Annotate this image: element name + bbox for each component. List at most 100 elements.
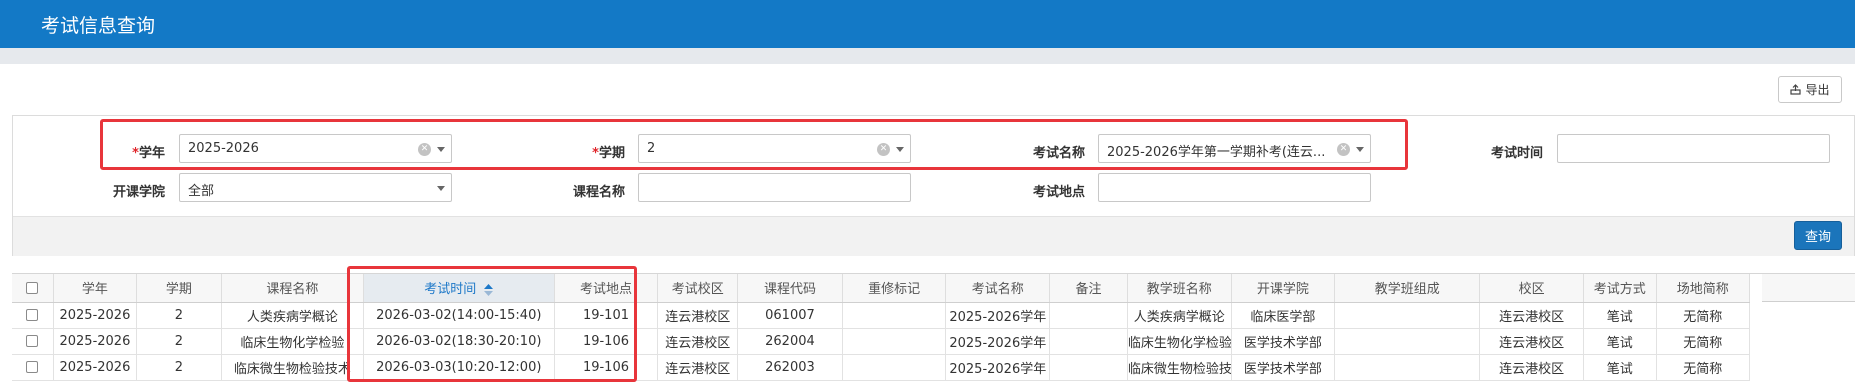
cell: 连云港校区: [1479, 302, 1584, 329]
cell: 临床生物化学检验: [221, 328, 364, 355]
term-select[interactable]: 2 ✕: [638, 134, 911, 163]
col-header[interactable]: 学期: [136, 274, 222, 303]
year-select[interactable]: 2025-2026 ✕: [179, 134, 452, 163]
app-header: 考试信息查询: [0, 0, 1855, 48]
col-header[interactable]: 开课学院: [1231, 274, 1336, 303]
chevron-down-icon: [1356, 147, 1364, 152]
cell: [1049, 328, 1128, 355]
cell: 无简称: [1656, 328, 1751, 355]
export-button[interactable]: 导出: [1778, 76, 1842, 103]
cell: 2025-2026学年: [945, 328, 1051, 355]
exam-time-label: 考试时间: [1490, 146, 1543, 161]
college-label: 开课学院: [112, 185, 165, 200]
cell: 2025-2026学年: [945, 354, 1051, 381]
sort-icon: [484, 283, 494, 296]
row-checkbox[interactable]: [26, 361, 39, 373]
cell: 19-106: [554, 328, 659, 355]
cell: 无简称: [1656, 354, 1751, 381]
chevron-down-icon: [437, 147, 445, 152]
cell: 2: [136, 354, 222, 381]
col-header[interactable]: 重修标记: [842, 274, 947, 303]
course-name-label: 课程名称: [572, 185, 625, 200]
col-header[interactable]: 考试地点: [554, 274, 659, 303]
col-header[interactable]: 校区: [1479, 274, 1584, 303]
query-button[interactable]: 查询: [1794, 221, 1842, 250]
col-header[interactable]: 教学班名称: [1127, 274, 1232, 303]
col-header[interactable]: 课程代码: [737, 274, 843, 303]
cell: [1334, 354, 1481, 381]
cell: [842, 328, 947, 355]
cell: 连云港校区: [1479, 328, 1584, 355]
cell: 临床医学部: [1231, 302, 1336, 329]
cell: [1334, 328, 1481, 355]
table-header-row: 学年 学期 课程名称 考试时间 考试地点 考试校区 课程代码 重修标记 考试名称…: [12, 274, 1751, 303]
cell: 061007: [737, 302, 843, 329]
export-label: 导出: [1805, 83, 1830, 97]
cell: 2026-03-02(14:00-15:40): [363, 302, 555, 329]
cell: 无简称: [1656, 302, 1751, 329]
sorted-col-label: 考试时间: [424, 282, 477, 298]
table-row[interactable]: 2025-2026 2 临床生物化学检验 2026-03-02(18:30-20…: [12, 328, 1751, 355]
cell: 2025-2026: [53, 354, 137, 381]
col-header[interactable]: 学年: [53, 274, 137, 303]
cell: 医学技术学部: [1231, 328, 1336, 355]
course-name-input[interactable]: [638, 173, 911, 202]
exam-location-input[interactable]: [1098, 173, 1371, 202]
year-clear-icon[interactable]: ✕: [418, 143, 431, 156]
export-icon: [1790, 84, 1802, 95]
college-select-value: 全部: [188, 184, 215, 199]
exam-name-select-value: 2025-2026学年第一学期补考(连云...: [1107, 145, 1326, 160]
cell: 19-106: [554, 354, 659, 381]
cell: 262004: [737, 328, 843, 355]
grid-header-filler: [1762, 274, 1855, 302]
cell: 连云港校区: [657, 354, 739, 381]
cell: 连云港校区: [1479, 354, 1584, 381]
cell: 2025-2026学年: [945, 302, 1051, 329]
cell: [1334, 302, 1481, 329]
exam-table: 学年 学期 课程名称 考试时间 考试地点 考试校区 课程代码 重修标记 考试名称…: [12, 274, 1751, 381]
col-header[interactable]: 备注: [1049, 274, 1128, 303]
col-header[interactable]: 教学班组成: [1334, 274, 1481, 303]
cell: 笔试: [1583, 328, 1657, 355]
exam-location-label: 考试地点: [1032, 185, 1085, 200]
year-label: *学年: [132, 146, 165, 161]
cell: 2: [136, 328, 222, 355]
cell: 临床微生物检验技术: [221, 354, 364, 381]
col-header[interactable]: 考试名称: [945, 274, 1051, 303]
cell: 2025-2026: [53, 328, 137, 355]
table-row[interactable]: 2025-2026 2 临床微生物检验技术 2026-03-03(10:20-1…: [12, 354, 1751, 381]
cell: 笔试: [1583, 354, 1657, 381]
exam-name-label: 考试名称: [1032, 146, 1085, 161]
exam-name-clear-icon[interactable]: ✕: [1337, 143, 1350, 156]
select-all-cell: [12, 274, 54, 303]
cell: 连云港校区: [657, 328, 739, 355]
college-select[interactable]: 全部: [179, 173, 452, 202]
cell: 2026-03-02(18:30-20:10): [363, 328, 555, 355]
cell: 连云港校区: [657, 302, 739, 329]
exam-grid: 学年 学期 课程名称 考试时间 考试地点 考试校区 课程代码 重修标记 考试名称…: [12, 273, 1855, 382]
search-panel-footer: [13, 216, 1854, 256]
select-all-checkbox[interactable]: [26, 281, 39, 294]
row-checkbox[interactable]: [26, 335, 39, 347]
table-row[interactable]: 2025-2026 2 人类疾病学概论 2026-03-02(14:00-15:…: [12, 302, 1751, 329]
term-clear-icon[interactable]: ✕: [877, 143, 890, 156]
cell: 2025-2026: [53, 302, 137, 329]
cell: 262003: [737, 354, 843, 381]
term-label: *学期: [592, 146, 625, 161]
row-checkbox[interactable]: [26, 309, 39, 321]
col-header[interactable]: 考试校区: [657, 274, 739, 303]
col-header[interactable]: 考试方式: [1583, 274, 1657, 303]
col-header[interactable]: 场地简称: [1656, 274, 1751, 303]
exam-time-input[interactable]: [1557, 134, 1830, 163]
cell: [842, 302, 947, 329]
col-header-sorted[interactable]: 考试时间: [363, 274, 555, 303]
col-header[interactable]: 课程名称: [221, 274, 364, 303]
query-label: 查询: [1804, 230, 1831, 245]
cell: [1049, 302, 1128, 329]
year-select-value: 2025-2026: [188, 141, 259, 156]
header-divider: [0, 48, 1855, 64]
cell: 19-101: [554, 302, 659, 329]
term-select-value: 2: [647, 141, 656, 156]
chevron-down-icon: [437, 186, 445, 191]
exam-name-select[interactable]: 2025-2026学年第一学期补考(连云... ✕: [1098, 134, 1371, 163]
